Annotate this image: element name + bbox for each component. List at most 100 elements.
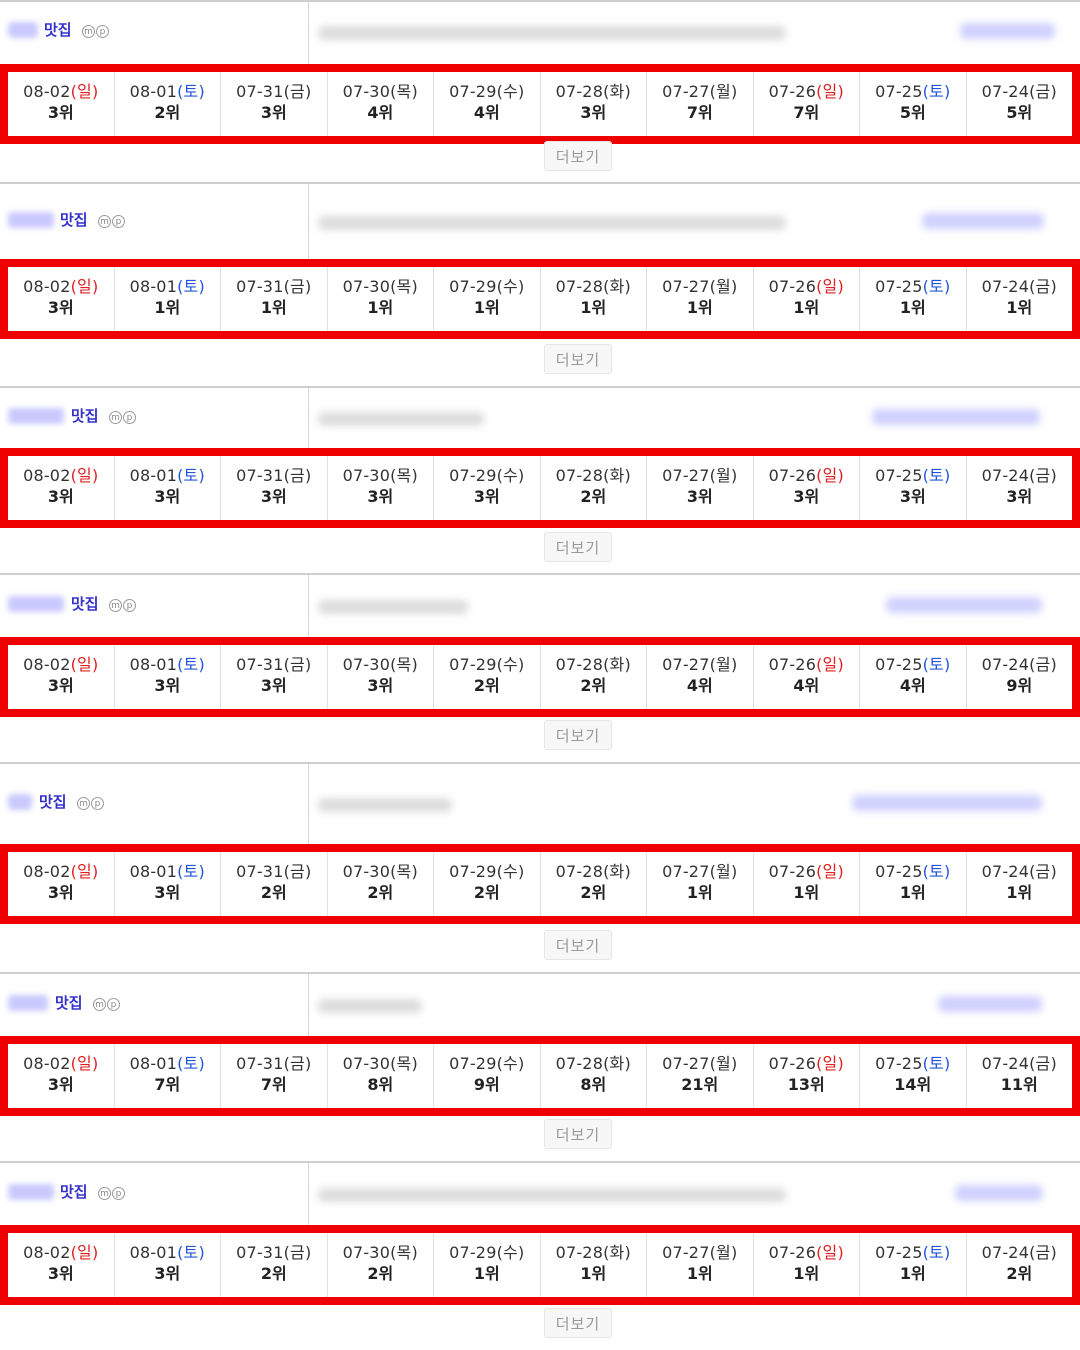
day-of-week: 목 — [396, 1243, 412, 1262]
rank-date: 07-31(금) — [236, 1243, 311, 1263]
rank-cell: 07-31(금) 3위 — [221, 72, 328, 136]
pc-icon[interactable]: p — [91, 797, 104, 810]
keyword-label[interactable]: 맛집 — [44, 19, 72, 40]
paren-close: ) — [624, 1054, 631, 1073]
mobile-icon[interactable]: m — [109, 599, 122, 612]
day-of-week: 토 — [929, 1243, 944, 1262]
pc-icon[interactable]: p — [112, 214, 125, 228]
date-text: 08-01 — [129, 655, 178, 674]
rank-date: 08-01(토) — [130, 82, 205, 102]
rank-cell: 07-30(목) 4위 — [328, 72, 434, 136]
rank-history-row: 08-02(일) 3위 08-01(토) 3위 07-31(금) 2위 07-30(목) 2위… — [0, 1225, 1080, 1305]
rank-history-row: 08-02(일) 3위 08-01(토) 2위 07-31(금) 3위 07-30(목) 4위… — [0, 64, 1080, 144]
mp-icon-group: mp — [98, 1187, 125, 1200]
date-text: 07-31 — [236, 82, 284, 101]
more-button[interactable]: 더보기 — [544, 532, 612, 562]
more-button[interactable]: 더보기 — [544, 141, 612, 171]
rank-cell: 07-25(토) 14위 — [860, 1044, 967, 1108]
keyword-label[interactable]: 맛집 — [71, 593, 99, 614]
date-text: 08-02 — [23, 82, 71, 101]
paren-close: ) — [943, 1054, 951, 1073]
mp-icon-group: mp — [109, 411, 136, 424]
rank-entry: 맛집 m p 08-02(일) 3위 08-01(토) 3위 07-31(금) 3위 07-30(… — [0, 573, 1080, 762]
rank-date: 07-29(수) — [449, 1054, 524, 1074]
day-of-week: 일 — [822, 466, 838, 485]
keyword-label[interactable]: 맛집 — [60, 1181, 88, 1202]
paren-close: ) — [943, 862, 951, 881]
mobile-icon[interactable]: m — [109, 411, 122, 424]
rank-entry: 맛집 m p 08-02(일) 3위 08-01(토) 7위 07-31(금) 7위 07-30(… — [0, 972, 1080, 1161]
paren-close: ) — [624, 466, 631, 485]
pc-icon[interactable]: p — [123, 411, 136, 424]
rank-value: 1위 — [793, 298, 820, 317]
rank-date: 07-30(목) — [343, 1243, 418, 1263]
day-of-week: 금 — [1035, 862, 1051, 881]
paren-close: ) — [837, 655, 844, 674]
day-of-week: 토 — [183, 277, 199, 296]
date-text: 08-01 — [129, 82, 178, 101]
mobile-icon[interactable]: m — [98, 214, 111, 228]
pc-icon[interactable]: p — [96, 25, 109, 38]
rank-cell: 08-02(일) 3위 — [8, 1044, 115, 1108]
keyword-label[interactable]: 맛집 — [71, 405, 99, 426]
day-of-week: 토 — [929, 655, 944, 674]
rank-value: 3위 — [47, 103, 74, 122]
date-text: 07-29 — [449, 466, 497, 485]
rank-date: 07-26(일) — [769, 1243, 844, 1263]
rank-cell: 07-25(토) 1위 — [860, 852, 967, 916]
date-text: 07-25 — [875, 655, 923, 674]
pc-icon[interactable]: p — [112, 1187, 125, 1200]
mobile-icon[interactable]: m — [93, 998, 106, 1011]
rank-date: 07-29(수) — [449, 1243, 524, 1263]
rank-cell: 08-02(일) 3위 — [8, 1233, 115, 1297]
pc-icon[interactable]: p — [123, 599, 136, 612]
keyword-label[interactable]: 맛집 — [39, 791, 67, 812]
rank-value: 4위 — [899, 676, 926, 695]
rank-cell: 07-29(수) 4위 — [434, 72, 541, 136]
rank-value: 3위 — [47, 883, 74, 902]
day-of-week: 토 — [183, 862, 199, 881]
rank-cell: 07-28(화) 1위 — [541, 1233, 647, 1297]
mobile-icon[interactable]: m — [82, 25, 95, 38]
date-text: 07-25 — [875, 1054, 923, 1073]
day-of-week: 금 — [1035, 82, 1051, 101]
rank-date: 07-30(목) — [343, 655, 418, 675]
more-button[interactable]: 더보기 — [544, 344, 612, 374]
day-of-week: 일 — [822, 277, 838, 296]
more-button[interactable]: 더보기 — [544, 720, 612, 750]
more-button[interactable]: 더보기 — [544, 1119, 612, 1149]
rank-date: 07-28(화) — [556, 1243, 631, 1263]
more-button[interactable]: 더보기 — [544, 1308, 612, 1338]
day-of-week: 금 — [290, 1054, 305, 1073]
date-text: 07-28 — [555, 82, 604, 101]
rank-date: 07-27(월) — [662, 82, 737, 102]
day-of-week: 금 — [1035, 277, 1051, 296]
pc-icon[interactable]: p — [107, 998, 120, 1011]
rank-cell: 07-31(금) 3위 — [221, 645, 328, 709]
paren-close: ) — [411, 655, 418, 674]
rank-value: 4위 — [793, 676, 820, 695]
rank-cell: 08-02(일) 3위 — [8, 852, 115, 916]
mobile-icon[interactable]: m — [98, 1187, 111, 1200]
date-text: 07-26 — [768, 862, 817, 881]
rank-value: 5위 — [1006, 103, 1033, 122]
date-text: 07-31 — [236, 1054, 284, 1073]
rank-date: 07-30(목) — [343, 1054, 418, 1074]
rank-date: 07-27(월) — [662, 1243, 737, 1263]
header-divider — [308, 388, 309, 450]
paren-close: ) — [198, 655, 205, 674]
date-text: 07-28 — [555, 1243, 604, 1262]
rank-value: 2위 — [580, 883, 607, 902]
rank-value: 3위 — [47, 1075, 74, 1094]
rank-cell: 07-24(금) 9위 — [967, 645, 1073, 709]
more-button[interactable]: 더보기 — [544, 930, 612, 960]
keyword-label[interactable]: 맛집 — [55, 992, 83, 1013]
keyword-label[interactable]: 맛집 — [60, 209, 88, 230]
rank-date: 08-01(토) — [130, 466, 205, 486]
day-of-week: 일 — [822, 82, 838, 101]
mobile-icon[interactable]: m — [77, 797, 90, 810]
rank-value: 4위 — [367, 103, 394, 122]
rank-date: 07-27(월) — [662, 1054, 737, 1074]
paren-close: ) — [91, 1243, 99, 1262]
rank-date: 08-02(일) — [23, 1054, 98, 1074]
